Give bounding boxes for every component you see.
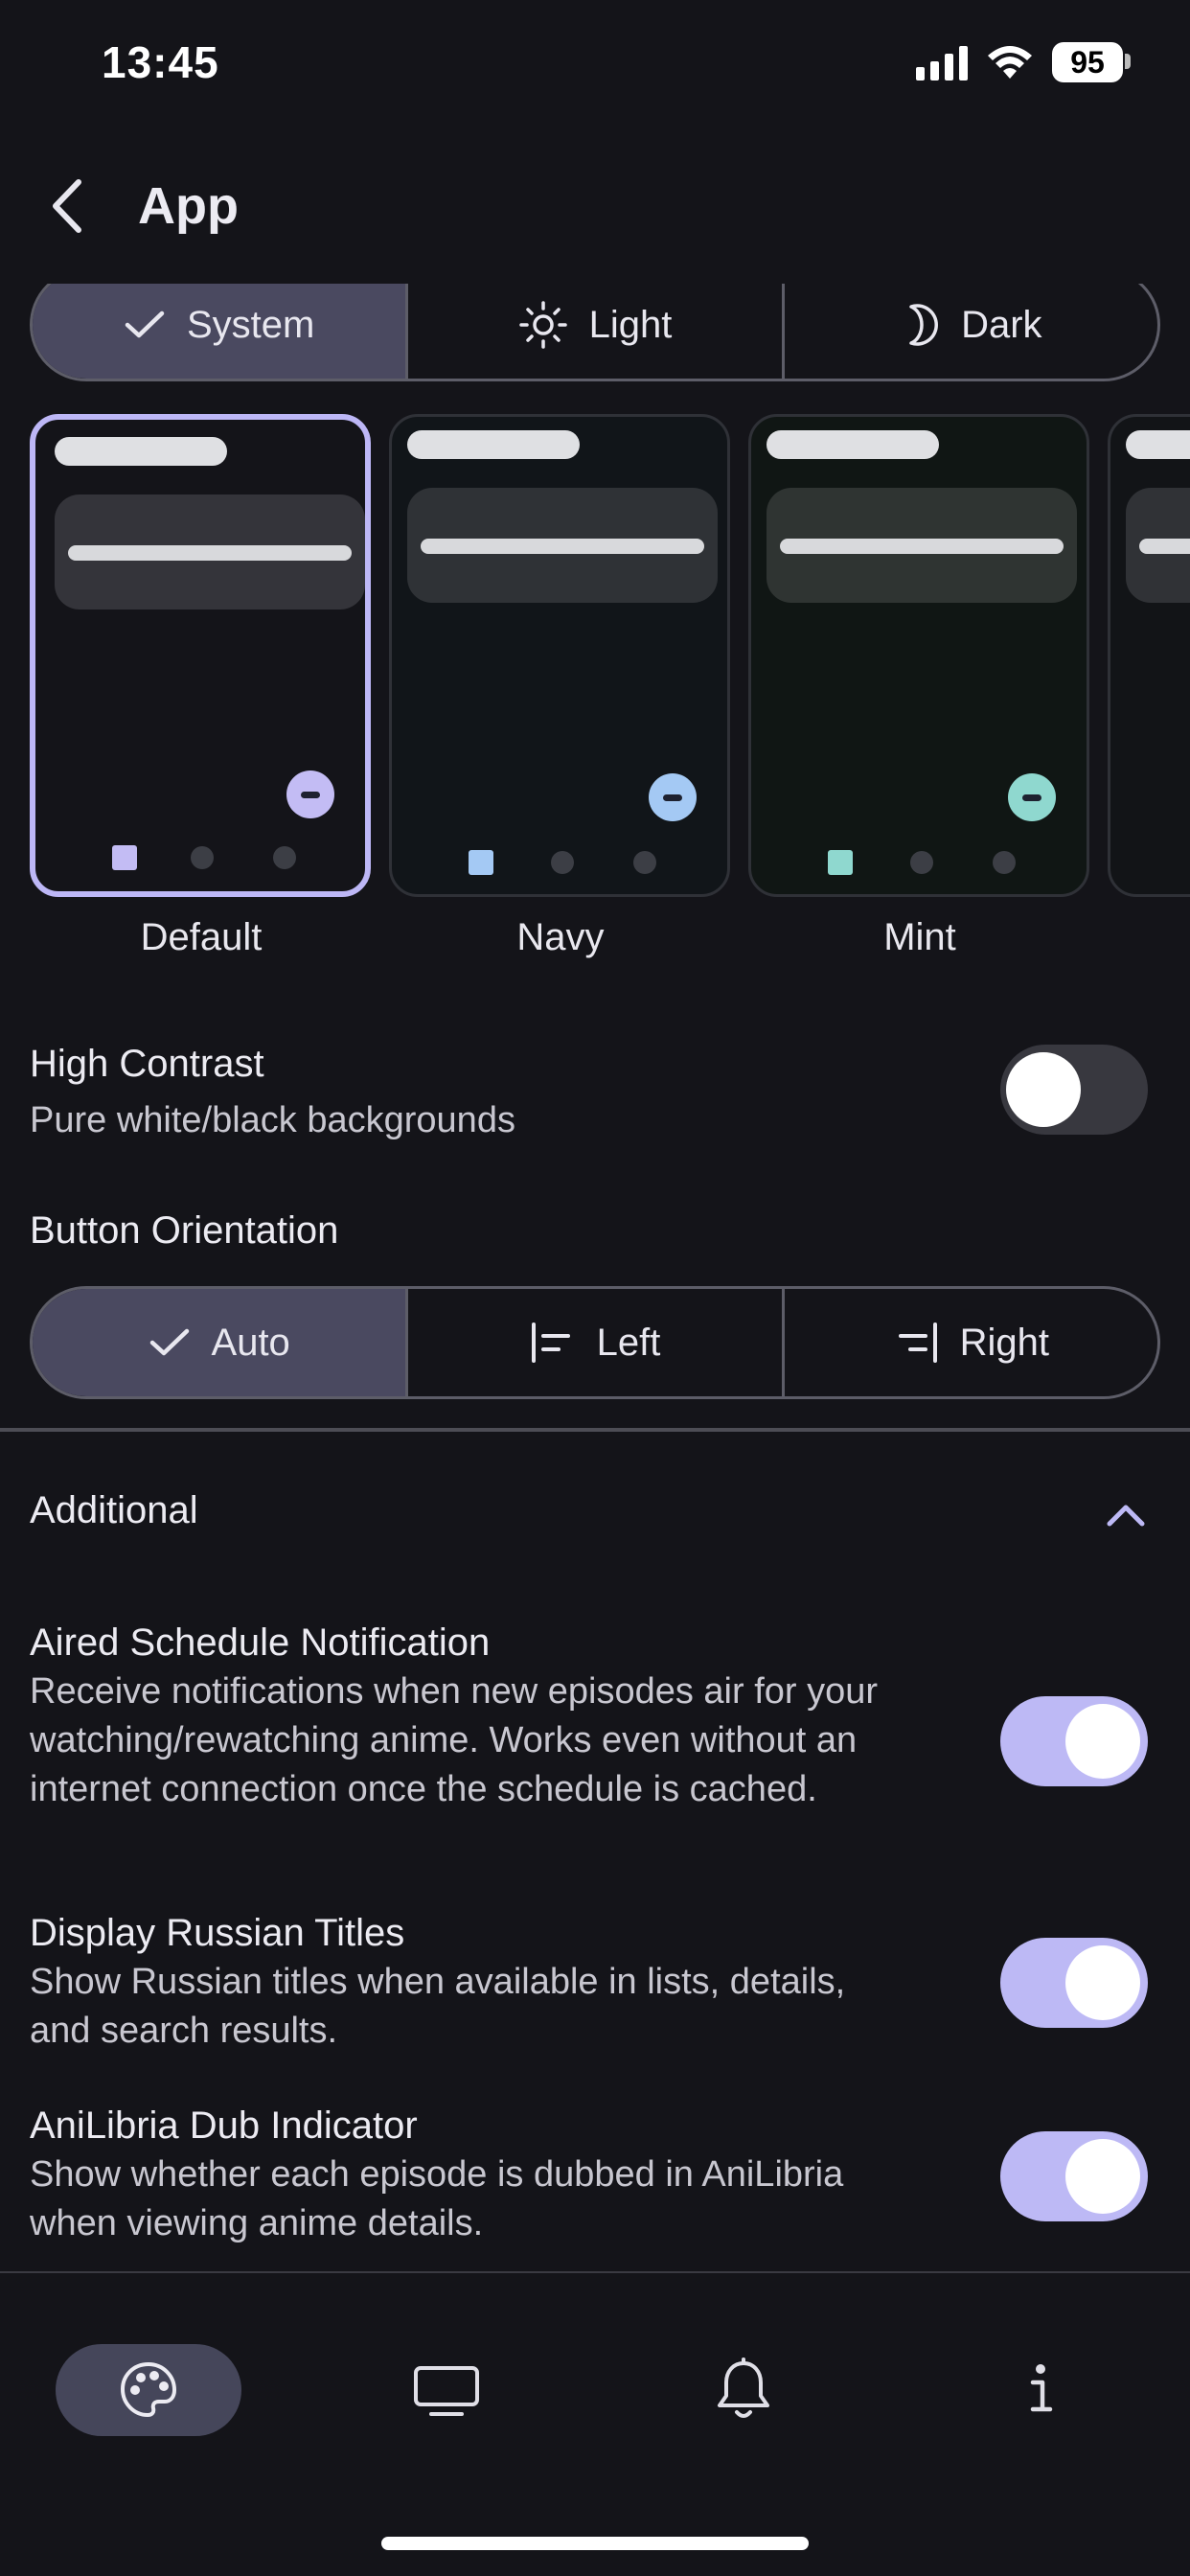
palette-preview-nav-dot <box>551 851 574 874</box>
theme-mode-light-button[interactable]: Light <box>408 271 785 379</box>
theme-mode-dark-button[interactable]: Dark <box>785 271 1157 379</box>
toggle-knob <box>1065 2139 1140 2214</box>
orientation-left-label: Left <box>596 1321 661 1364</box>
palette-preview-nav-dot <box>273 846 296 869</box>
theme-mode-system-label: System <box>186 303 315 346</box>
palette-preview-panel <box>55 494 365 610</box>
orientation-auto-button[interactable]: Auto <box>33 1289 409 1396</box>
chevron-up-icon[interactable] <box>1102 1497 1150 1531</box>
palette-card-partial[interactable] <box>1108 414 1190 897</box>
nav-item-notifications[interactable] <box>698 2344 790 2436</box>
palette-preview-nav-active <box>828 850 853 875</box>
toggle-knob <box>1006 1052 1081 1127</box>
palette-label-mint: Mint <box>883 916 956 958</box>
theme-mode-dark-label: Dark <box>961 303 1042 346</box>
palette-card-default[interactable] <box>30 414 371 897</box>
palette-preview-nav-dot <box>910 851 933 874</box>
high-contrast-title: High Contrast <box>30 1043 264 1085</box>
palette-preview-panel <box>407 488 718 603</box>
bell-icon <box>718 2358 769 2418</box>
page-title: App <box>138 177 239 235</box>
anilibria-dub-toggle[interactable] <box>1000 2131 1148 2221</box>
palette-preview-nav-active <box>112 845 137 870</box>
anilibria-dub-title: AniLibria Dub Indicator <box>30 2104 418 2147</box>
palette-label-default: Default <box>140 916 263 958</box>
high-contrast-toggle[interactable] <box>1000 1045 1148 1135</box>
aired-schedule-title: Aired Schedule Notification <box>30 1622 491 1664</box>
button-orientation-title: Button Orientation <box>30 1209 339 1252</box>
high-contrast-subtitle: Pure white/black backgrounds <box>30 1100 515 1140</box>
back-chevron-icon[interactable] <box>44 172 92 240</box>
palette-preview-panel <box>767 488 1077 603</box>
info-icon <box>1030 2364 1053 2412</box>
orientation-right-label: Right <box>959 1321 1050 1364</box>
cellular-signal-icon <box>916 46 968 80</box>
battery-level: 95 <box>1070 44 1105 80</box>
palette-preview-bar <box>407 430 580 459</box>
check-icon <box>125 310 165 338</box>
section-divider <box>0 1428 1190 1432</box>
toggle-knob <box>1065 1945 1140 2020</box>
russian-titles-toggle[interactable] <box>1000 1938 1148 2028</box>
palette-card-mint[interactable] <box>748 414 1089 897</box>
align-right-icon <box>898 1322 937 1363</box>
wifi-icon <box>988 46 1032 79</box>
russian-titles-title: Display Russian Titles <box>30 1912 405 1954</box>
nav-item-about[interactable] <box>995 2344 1087 2436</box>
nav-item-appearance[interactable] <box>56 2344 241 2436</box>
orientation-right-button[interactable]: Right <box>785 1289 1157 1396</box>
palette-preview-panel <box>1126 488 1190 603</box>
theme-mode-system-button[interactable]: System <box>33 271 409 379</box>
toggle-knob <box>1065 1704 1140 1779</box>
home-indicator <box>381 2537 809 2550</box>
aired-schedule-subtitle: Receive notifications when new episodes … <box>30 1671 879 1809</box>
check-icon <box>149 1328 189 1356</box>
palette-preview-nav-dot <box>633 851 656 874</box>
orientation-auto-label: Auto <box>211 1321 290 1364</box>
palette-preview-fab <box>649 773 697 821</box>
russian-titles-subtitle: Show Russian titles when available in li… <box>30 1962 846 2051</box>
palette-preview-bar <box>767 430 939 459</box>
button-orientation-segmented-control: Auto Left Right <box>30 1286 1160 1399</box>
battery-indicator: 95 <box>1052 42 1123 82</box>
palette-preview-bar <box>55 437 227 466</box>
additional-section-title: Additional <box>30 1489 198 1531</box>
status-time: 13:45 <box>102 37 219 87</box>
theme-mode-light-label: Light <box>588 303 673 346</box>
monitor-icon <box>414 2366 479 2416</box>
palette-preview-fab <box>1008 773 1056 821</box>
palette-preview-nav-active <box>469 850 493 875</box>
palette-preview-fab <box>286 770 334 818</box>
orientation-left-button[interactable]: Left <box>408 1289 785 1396</box>
palette-preview-nav-dot <box>993 851 1016 874</box>
palette-label-navy: Navy <box>516 916 605 958</box>
moon-icon <box>909 304 939 346</box>
sun-icon <box>518 301 567 349</box>
nav-item-player[interactable] <box>400 2348 492 2434</box>
anilibria-dub-subtitle: Show whether each episode is dubbed in A… <box>30 2154 844 2243</box>
battery-tip <box>1125 54 1131 69</box>
palette-card-navy[interactable] <box>389 414 730 897</box>
align-left-icon <box>531 1322 570 1363</box>
palette-icon <box>120 2361 177 2418</box>
aired-schedule-toggle[interactable] <box>1000 1696 1148 1786</box>
theme-mode-segmented-control: System Light Dark <box>30 268 1160 381</box>
palette-preview-nav-dot <box>191 846 214 869</box>
palette-preview-bar <box>1126 430 1190 459</box>
